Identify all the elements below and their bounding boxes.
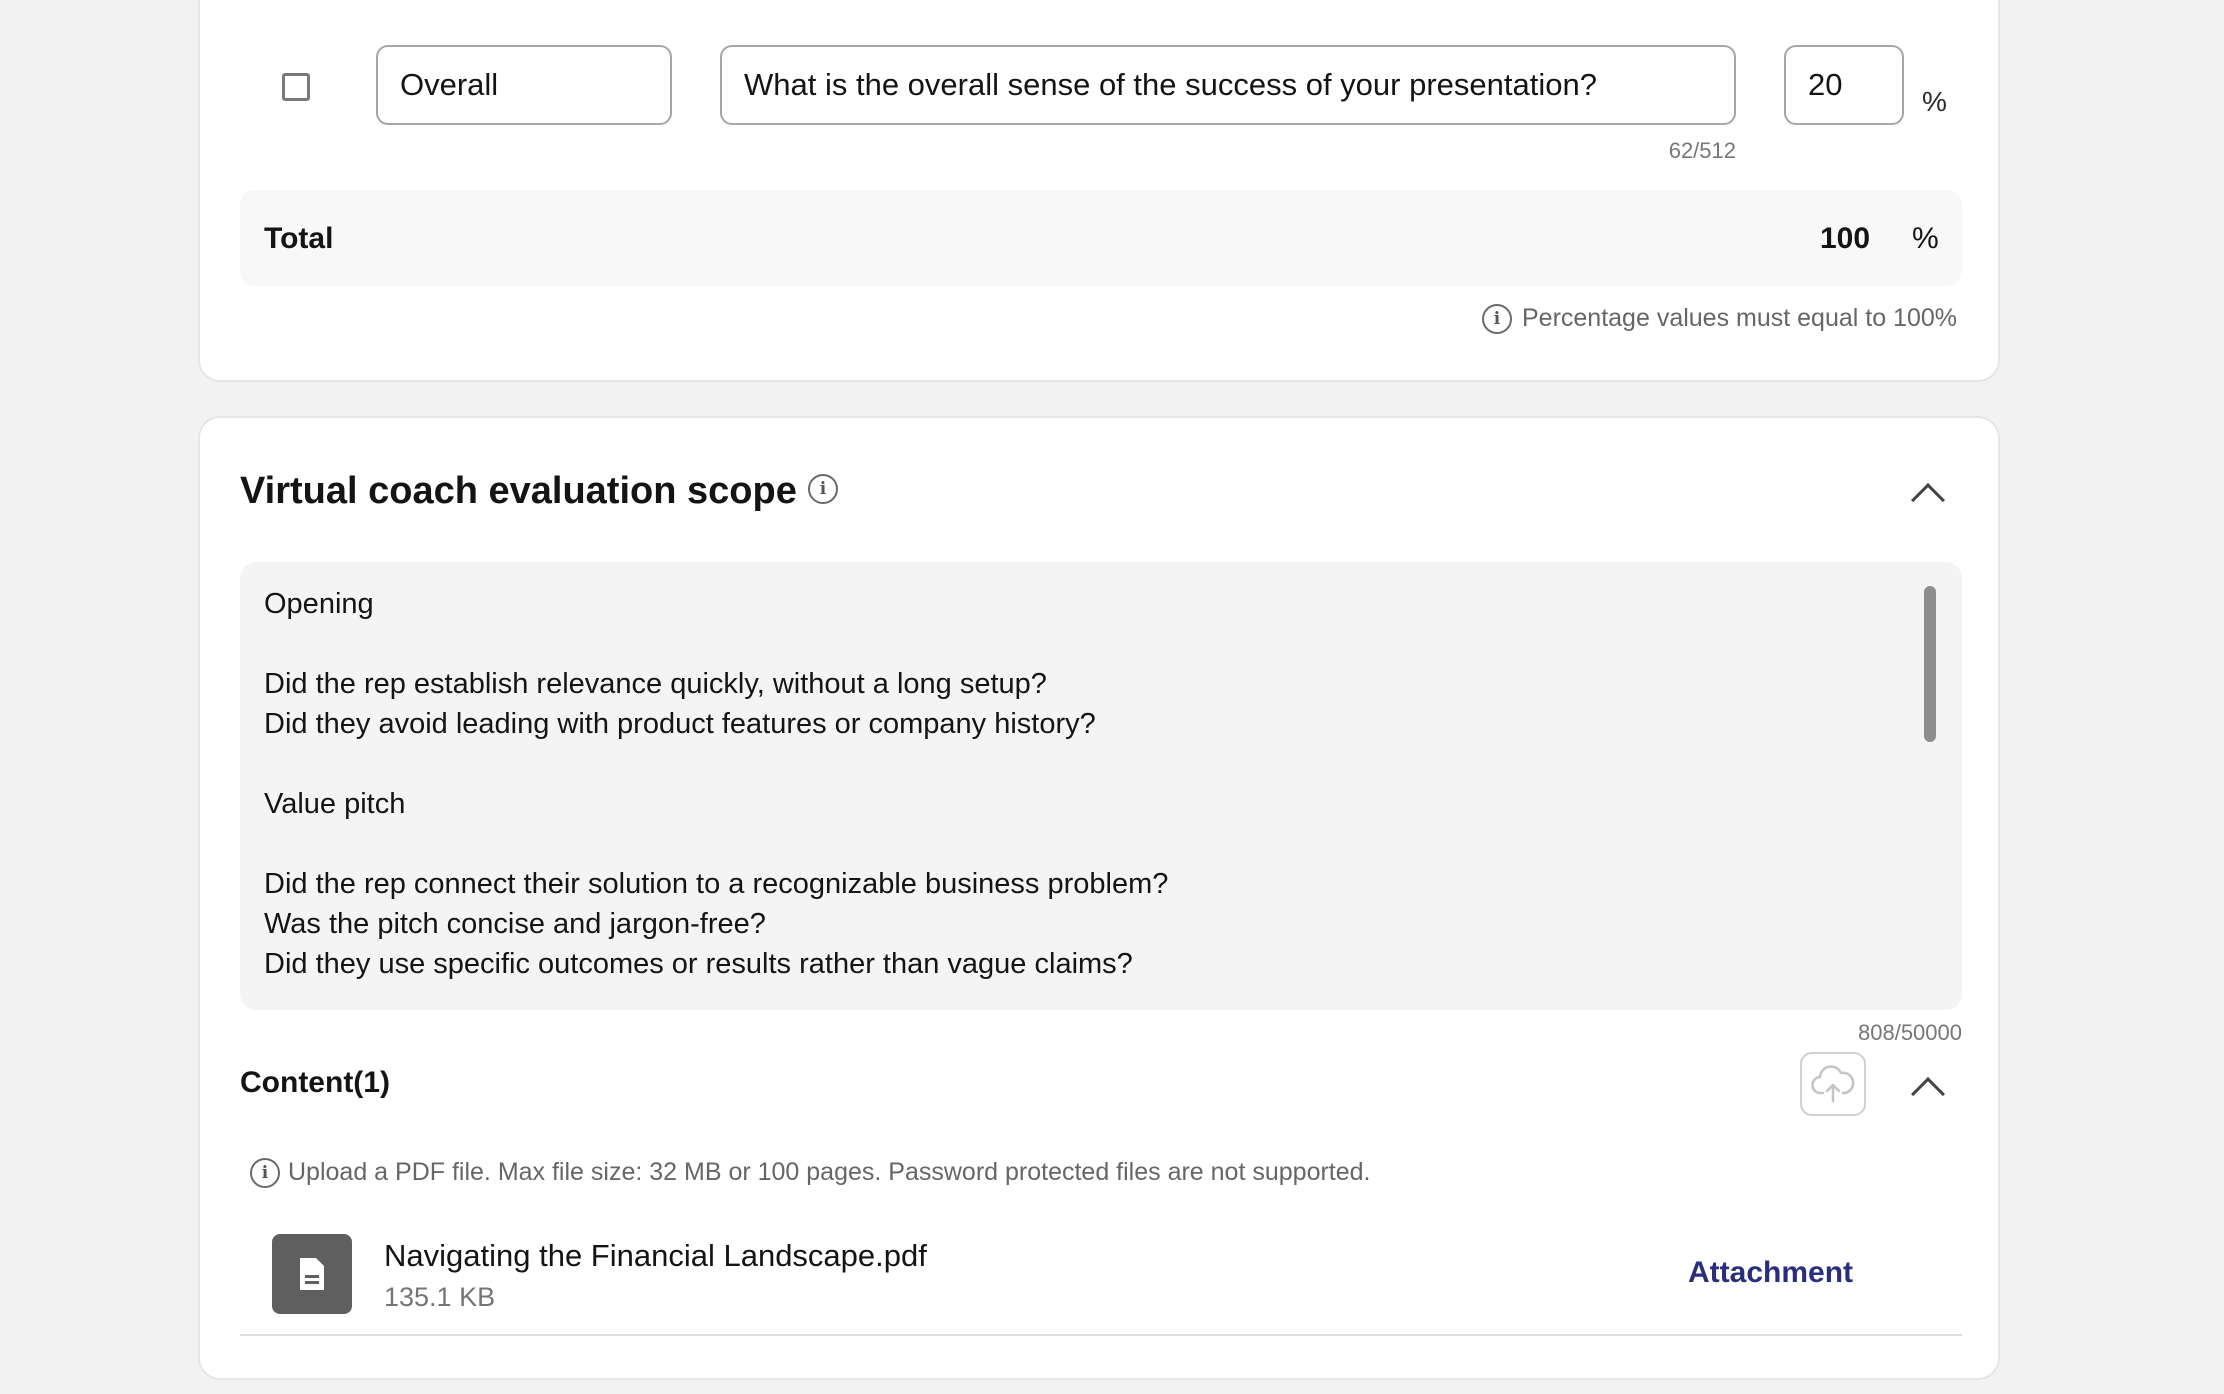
evaluation-scope-textarea[interactable]: Opening Did the rep establish relevance …	[240, 562, 1962, 1010]
criteria-question-input[interactable]: What is the overall sense of the success…	[720, 45, 1736, 125]
chevron-up-icon[interactable]	[1911, 483, 1945, 517]
percentage-note: Percentage values must equal to 100%	[1522, 304, 1957, 332]
criteria-weight-input[interactable]: 20	[1784, 45, 1904, 125]
info-icon: i	[1482, 304, 1512, 334]
attachment-link[interactable]: Attachment	[1688, 1256, 1853, 1290]
criteria-card: Overall What is the overall sense of the…	[198, 0, 2000, 382]
evaluation-scope-card: Virtual coach evaluation scope i Opening…	[198, 416, 2000, 1380]
file-list-item[interactable]: Navigating the Financial Landscape.pdf 1…	[240, 1222, 1962, 1336]
textarea-scrollbar[interactable]	[1924, 586, 1936, 742]
cloud-upload-icon	[1811, 1065, 1855, 1103]
section-title: Virtual coach evaluation scope	[240, 470, 797, 512]
chevron-up-icon[interactable]	[1911, 1077, 1945, 1111]
upload-note: Upload a PDF file. Max file size: 32 MB …	[288, 1158, 1371, 1186]
content-heading: Content(1)	[240, 1066, 390, 1099]
evaluation-scope-text: Opening Did the rep establish relevance …	[264, 588, 1169, 980]
total-row: Total 100 %	[240, 190, 1962, 286]
criteria-name-value: Overall	[400, 67, 499, 102]
weight-unit-label: %	[1922, 86, 1947, 117]
file-name: Navigating the Financial Landscape.pdf	[384, 1238, 927, 1273]
scope-char-count: 808/50000	[1858, 1020, 1962, 1045]
info-icon: i	[250, 1158, 280, 1188]
total-unit: %	[1912, 222, 1939, 255]
total-value: 100	[1820, 222, 1871, 255]
info-icon[interactable]: i	[808, 474, 838, 504]
criteria-weight-value: 20	[1808, 67, 1843, 102]
file-size: 135.1 KB	[384, 1282, 496, 1312]
upload-button[interactable]	[1800, 1052, 1866, 1116]
criteria-checkbox[interactable]	[282, 73, 310, 101]
criteria-name-input[interactable]: Overall	[376, 45, 672, 125]
total-label: Total	[264, 222, 334, 255]
document-icon	[272, 1234, 352, 1314]
question-char-count: 62/512	[1668, 138, 1736, 163]
criteria-question-value: What is the overall sense of the success…	[744, 67, 1597, 102]
